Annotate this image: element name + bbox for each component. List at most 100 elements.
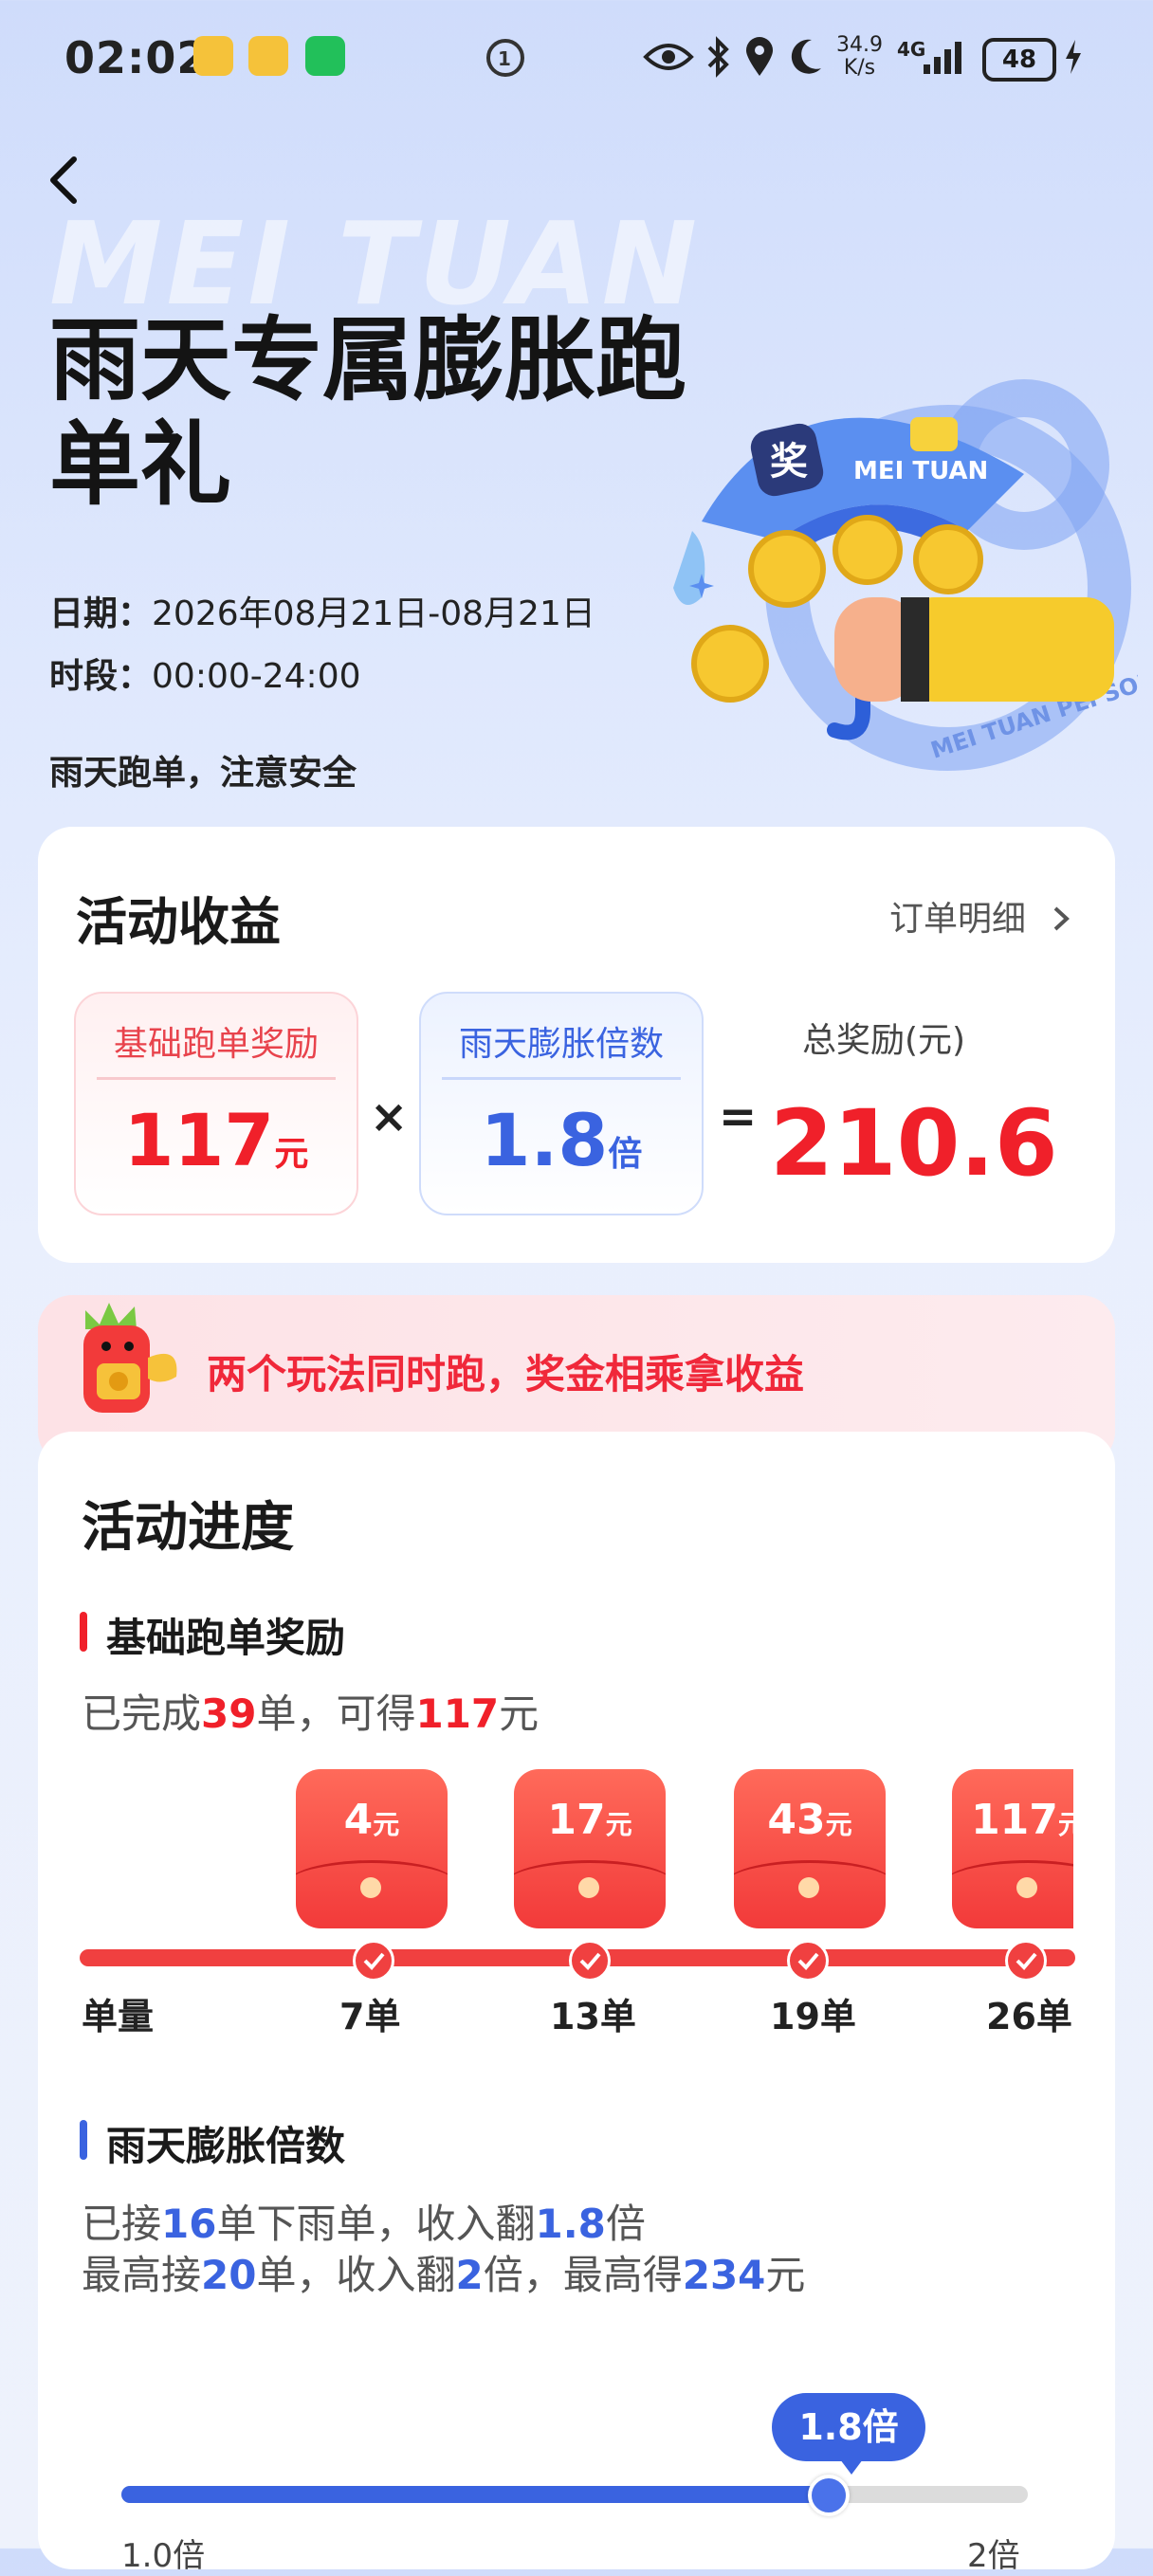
equals-sign: = <box>719 1090 758 1143</box>
earnings-title: 活动收益 <box>76 892 281 952</box>
milestone-check-icon <box>787 1940 829 1982</box>
umbrella-badge: 奖 <box>770 440 808 484</box>
order-detail-label: 订单明细 <box>889 900 1027 939</box>
slider-min-label: 1.0倍 <box>121 2537 206 2575</box>
max-amount: 234 <box>682 2252 766 2298</box>
desc-text: 单，可得 <box>256 1690 416 1737</box>
status-time: 02:02 <box>64 32 209 83</box>
multiply-sign: × <box>370 1090 409 1143</box>
section-marker <box>80 2120 87 2160</box>
axis-label: 单量 <box>82 1996 155 2037</box>
milestone-orders: 7单 <box>339 1996 401 2037</box>
page-title: 雨天专属膨胀跑单礼 <box>49 307 686 518</box>
svg-text:1: 1 <box>498 47 511 70</box>
desc-text: 已接 <box>82 2201 162 2247</box>
safety-tip: 雨天跑单，注意安全 <box>49 754 357 793</box>
reward-envelope: 4元 <box>296 1769 448 1928</box>
period-row: 时段：00:00-24:00 <box>49 649 361 698</box>
desc-text: 已完成 <box>82 1690 202 1737</box>
bluetooth-icon <box>707 36 729 78</box>
date-value: 2026年08月21日-08月21日 <box>152 594 595 633</box>
base-section-title: 基础跑单奖励 <box>106 1615 346 1661</box>
max-orders: 20 <box>201 2252 257 2298</box>
envelope-clip: 117元 <box>948 1769 1073 1930</box>
rain-desc-line2: 最高接20单，收入翻2倍，最高得234元 <box>82 2243 805 2301</box>
envelope-amount: 117 <box>971 1796 1058 1844</box>
desc-text: 元 <box>765 2252 806 2298</box>
signal-icon <box>924 42 961 74</box>
umbrella-text: MEI TUAN <box>853 457 988 485</box>
rain-orders: 16 <box>161 2201 217 2247</box>
moon-icon <box>791 39 821 74</box>
mascot-icon <box>83 1303 177 1413</box>
multiplier-number: 1.8 <box>480 1098 609 1182</box>
max-multiplier: 2 <box>455 2252 484 2298</box>
order-detail-link[interactable]: 订单明细 <box>889 891 1072 941</box>
envelope-unit: 元 <box>605 1809 632 1840</box>
reward-envelope: 17元 <box>514 1769 666 1928</box>
battery-app-icon <box>305 36 345 76</box>
rain-desc-line1: 已接16单下雨单，收入翻1.8倍 <box>82 2192 646 2250</box>
milestone-orders: 13单 <box>550 1996 636 2037</box>
total-reward-label: 总奖励(元) <box>802 1021 966 1060</box>
envelope-unit: 元 <box>373 1809 400 1840</box>
reward-envelope: 117元 <box>952 1769 1073 1928</box>
reward-envelope: 43元 <box>734 1769 886 1928</box>
desc-text: 单，收入翻 <box>256 2252 456 2298</box>
base-reward-unit: 元 <box>274 1135 309 1174</box>
app-status-icon: 1 <box>486 39 524 77</box>
battery-indicator: 48 <box>982 38 1056 82</box>
period-label: 时段： <box>49 657 153 696</box>
charging-icon <box>1066 40 1081 74</box>
current-multiplier: 1.8 <box>535 2201 606 2247</box>
location-icon <box>746 37 773 76</box>
app-notification-icon <box>193 36 233 76</box>
milestone-orders: 26单 <box>986 1996 1072 2037</box>
banner-text: 两个玩法同时跑，奖金相乘拿收益 <box>207 1351 805 1398</box>
rain-section-title: 雨天膨胀倍数 <box>106 2123 346 2169</box>
envelope-amount: 17 <box>547 1796 606 1844</box>
desc-text: 最高接 <box>82 2252 202 2298</box>
progress-title: 活动进度 <box>82 1497 294 1559</box>
base-reward-number: 117 <box>123 1098 275 1182</box>
desc-text: 倍 <box>605 2201 646 2247</box>
multiplier-knob <box>807 2475 850 2516</box>
network-speed: 34.9 K/s <box>836 34 883 80</box>
speed-unit: K/s <box>843 56 876 80</box>
milestone-orders: 19单 <box>770 1996 856 2037</box>
app-notification-icon <box>248 36 288 76</box>
milestone-check-icon <box>353 1940 394 1982</box>
base-section-desc: 已完成39单，可得117元 <box>82 1682 539 1740</box>
speed-value: 34.9 <box>836 33 883 57</box>
desc-text: 单下雨单，收入翻 <box>216 2201 536 2247</box>
envelope-unit: 元 <box>1057 1809 1073 1840</box>
envelope-unit: 元 <box>825 1809 852 1840</box>
chevron-right-icon <box>1054 906 1071 931</box>
period-value: 00:00-24:00 <box>152 657 361 696</box>
date-label: 日期： <box>49 594 153 633</box>
multiplier-fill <box>121 2486 829 2503</box>
base-reward-box: 基础跑单奖励 117元 <box>74 992 358 1215</box>
multiplier-bubble: 1.8倍 <box>772 2393 925 2475</box>
total-reward-value: 210.6 <box>770 1090 1058 1197</box>
base-reward-value: 117元 <box>76 1098 357 1182</box>
milestone-check-icon <box>1005 1940 1047 1982</box>
eye-icon <box>643 44 694 70</box>
date-row: 日期：2026年08月21日-08月21日 <box>49 586 595 635</box>
earned-amount: 117 <box>415 1690 500 1737</box>
umbrella-illustration: MEI TUAN PEI SONG 奖 MEI TUAN <box>673 379 1138 771</box>
base-reward-label: 基础跑单奖励 <box>113 1025 319 1064</box>
slider-max-label: 2倍 <box>967 2537 1020 2575</box>
envelope-amount: 4 <box>343 1796 374 1844</box>
multiplier-unit: 倍 <box>608 1135 643 1174</box>
status-bar: 02:02 1 34.9 K/s 4G 48 <box>0 0 1153 114</box>
desc-text: 倍，最高得 <box>483 2252 683 2298</box>
multiplier-value: 1.8倍 <box>421 1098 702 1182</box>
completed-orders: 39 <box>201 1690 257 1737</box>
milestone-check-icon <box>569 1940 611 1982</box>
section-marker <box>80 1612 87 1652</box>
desc-text: 元 <box>499 1690 540 1737</box>
multiplier-box: 雨天膨胀倍数 1.8倍 <box>419 992 704 1215</box>
multiplier-label: 雨天膨胀倍数 <box>458 1025 664 1064</box>
envelope-amount: 43 <box>767 1796 826 1844</box>
